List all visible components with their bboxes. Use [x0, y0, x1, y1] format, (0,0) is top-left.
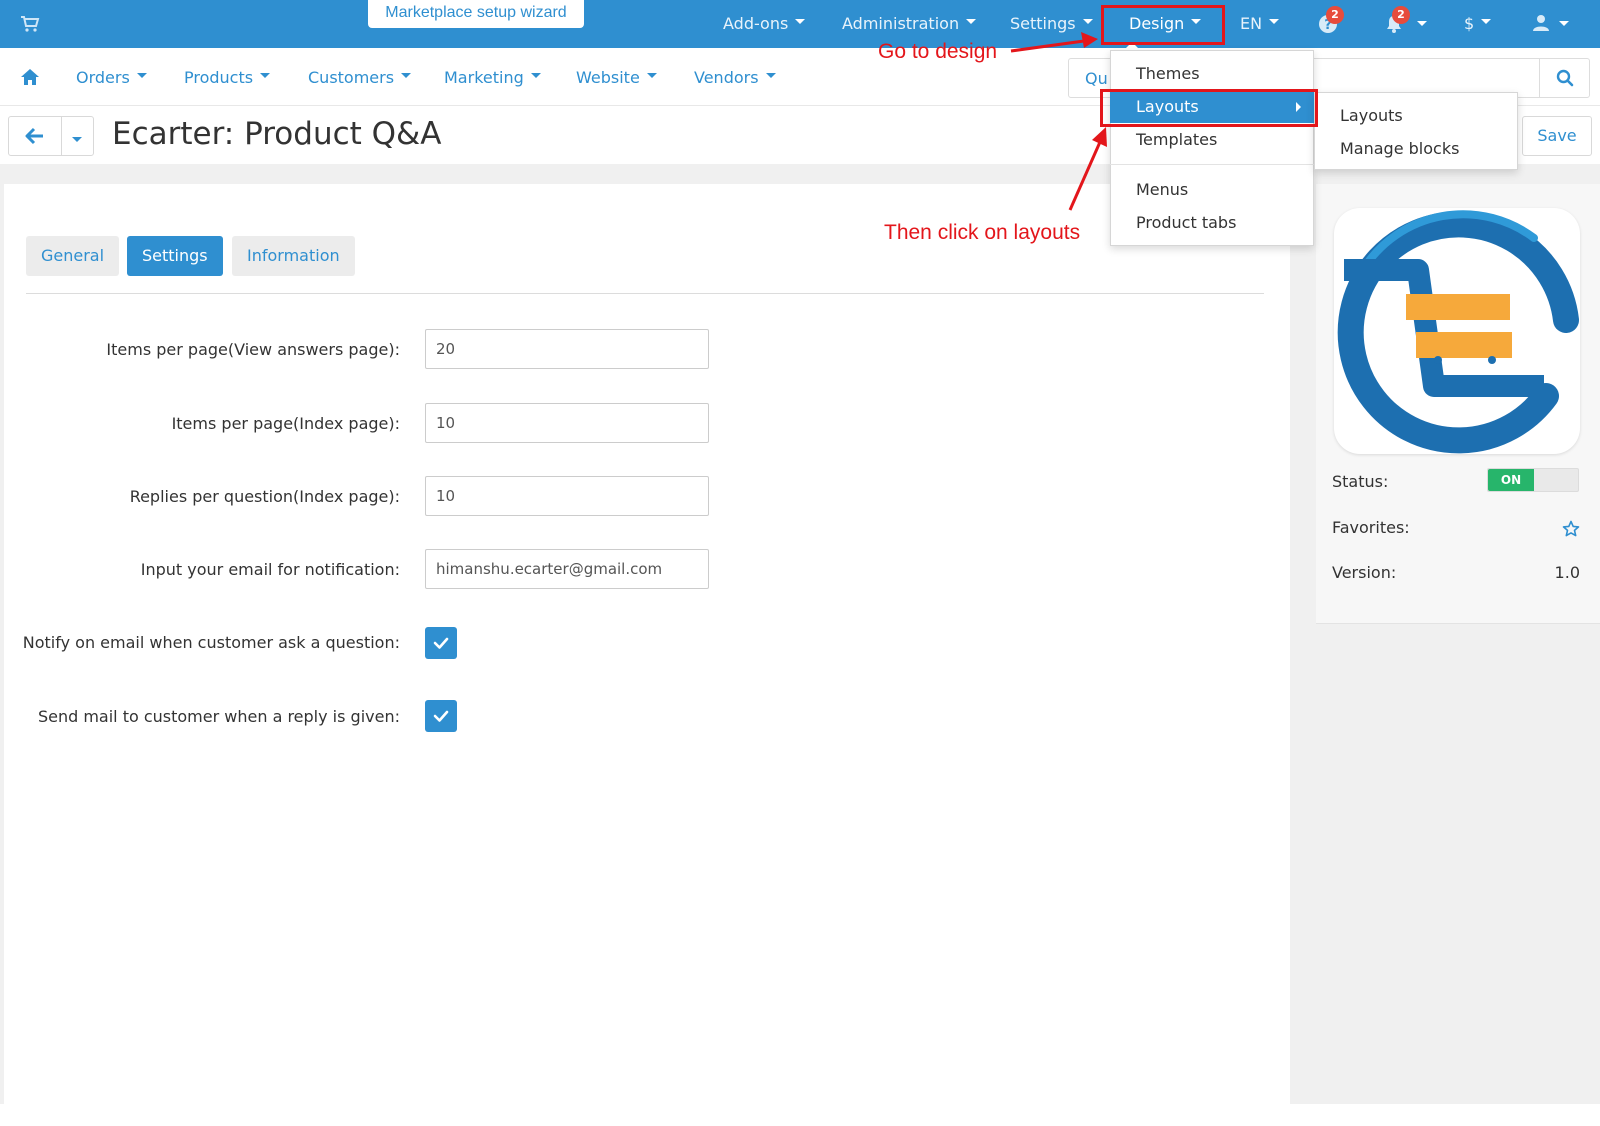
nav-label: Orders — [76, 68, 130, 87]
caret-down-icon — [966, 19, 977, 24]
help-badge: 2 — [1326, 6, 1344, 24]
tab-settings[interactable]: Settings — [127, 236, 223, 276]
tab-general[interactable]: General — [26, 236, 120, 276]
nav-label: Customers — [308, 68, 395, 87]
topnav-label: Add-ons — [723, 14, 789, 33]
button-divider — [61, 117, 62, 155]
toggle-on-label: ON — [1488, 469, 1534, 491]
version-label: Version: — [1332, 563, 1397, 582]
caret-down-icon — [1082, 19, 1093, 24]
nav-label: Vendors — [694, 68, 759, 87]
back-button-group — [8, 116, 94, 156]
menu-item-product-tabs[interactable]: Product tabs — [1110, 207, 1314, 239]
home-icon[interactable] — [20, 68, 40, 86]
nav-website[interactable]: Website — [576, 48, 657, 106]
caret-down-icon — [136, 73, 147, 78]
annotation-click-layouts: Then click on layouts — [884, 221, 1081, 244]
items-per-page-answers-input[interactable]: 20 — [425, 329, 709, 369]
caret-down-icon[interactable] — [1417, 21, 1427, 26]
caret-down-icon — [1481, 19, 1492, 24]
checkbox-label: Notify on email when customer ask a ques… — [22, 633, 400, 652]
menu-divider — [1110, 164, 1314, 165]
caret-down-icon — [765, 73, 776, 78]
topnav-label: $ — [1464, 14, 1475, 33]
favorites-label: Favorites: — [1332, 518, 1410, 537]
star-icon[interactable] — [1562, 520, 1580, 538]
search-placeholder: Qu — [1085, 69, 1108, 88]
nav-products[interactable]: Products — [184, 48, 271, 106]
tab-information[interactable]: Information — [232, 236, 355, 276]
caret-down-icon[interactable] — [72, 137, 82, 142]
field-label: Items per page(View answers page): — [106, 340, 400, 359]
cart-icon[interactable] — [20, 14, 40, 34]
user-icon[interactable] — [1532, 14, 1550, 32]
check-icon — [433, 637, 449, 649]
search-icon — [1556, 69, 1574, 87]
topnav-add-ons[interactable]: Add-ons — [723, 0, 806, 48]
caret-down-icon — [530, 73, 541, 78]
caret-down-icon — [1269, 19, 1280, 24]
language-selector[interactable]: EN — [1240, 0, 1280, 48]
menu-item-templates[interactable]: Templates — [1110, 124, 1314, 156]
ecarter-logo-icon — [1337, 210, 1579, 454]
search-button[interactable] — [1539, 59, 1589, 97]
send-mail-on-reply-checkbox[interactable] — [425, 700, 457, 732]
tab-divider — [26, 293, 1264, 294]
checkbox-label: Send mail to customer when a reply is gi… — [37, 707, 400, 726]
caret-down-icon[interactable] — [1559, 21, 1569, 26]
topnav-label: Administration — [842, 14, 960, 33]
design-highlight-box — [1101, 5, 1225, 45]
nav-marketing[interactable]: Marketing — [444, 48, 541, 106]
marketplace-setup-wizard-button[interactable]: Marketplace setup wizard — [368, 0, 584, 28]
submenu-item-layouts[interactable]: Layouts — [1314, 100, 1403, 132]
notification-email-input[interactable]: himanshu.ecarter@gmail.com — [425, 549, 709, 589]
replies-per-question-input[interactable]: 10 — [425, 476, 709, 516]
nav-vendors[interactable]: Vendors — [694, 48, 776, 106]
check-icon — [433, 710, 449, 722]
currency-selector[interactable]: $ — [1464, 0, 1492, 48]
status-label: Status: — [1332, 472, 1389, 491]
page-title: Ecarter: Product Q&A — [112, 116, 442, 152]
caret-down-icon — [401, 73, 412, 78]
menu-item-menus[interactable]: Menus — [1110, 174, 1314, 206]
save-button[interactable]: Save — [1522, 116, 1592, 156]
status-toggle[interactable]: ON — [1487, 468, 1579, 492]
addon-logo-card — [1334, 208, 1580, 454]
nav-label: Marketing — [444, 68, 524, 87]
field-label: Input your email for notification: — [140, 560, 400, 579]
annotation-go-to-design: Go to design — [878, 40, 998, 63]
caret-down-icon — [795, 19, 806, 24]
nav-orders[interactable]: Orders — [76, 48, 147, 106]
nav-label: Website — [576, 68, 640, 87]
layouts-highlight-box — [1100, 89, 1318, 127]
items-per-page-index-input[interactable]: 10 — [425, 403, 709, 443]
menu-item-themes[interactable]: Themes — [1110, 58, 1314, 90]
version-value: 1.0 — [1554, 563, 1580, 582]
topnav-label: EN — [1240, 14, 1263, 33]
field-label: Replies per question(Index page): — [129, 487, 400, 506]
submenu-item-manage-blocks[interactable]: Manage blocks — [1314, 133, 1459, 165]
back-arrow-icon[interactable] — [25, 127, 45, 145]
nav-label: Products — [184, 68, 254, 87]
notification-badge: 2 — [1392, 6, 1410, 24]
caret-down-icon — [260, 73, 271, 78]
caret-down-icon — [646, 73, 657, 78]
field-label: Items per page(Index page): — [171, 414, 400, 433]
topnav-settings[interactable]: Settings — [1010, 0, 1093, 48]
nav-customers[interactable]: Customers — [308, 48, 412, 106]
notify-on-question-checkbox[interactable] — [425, 627, 457, 659]
topnav-label: Settings — [1010, 14, 1076, 33]
